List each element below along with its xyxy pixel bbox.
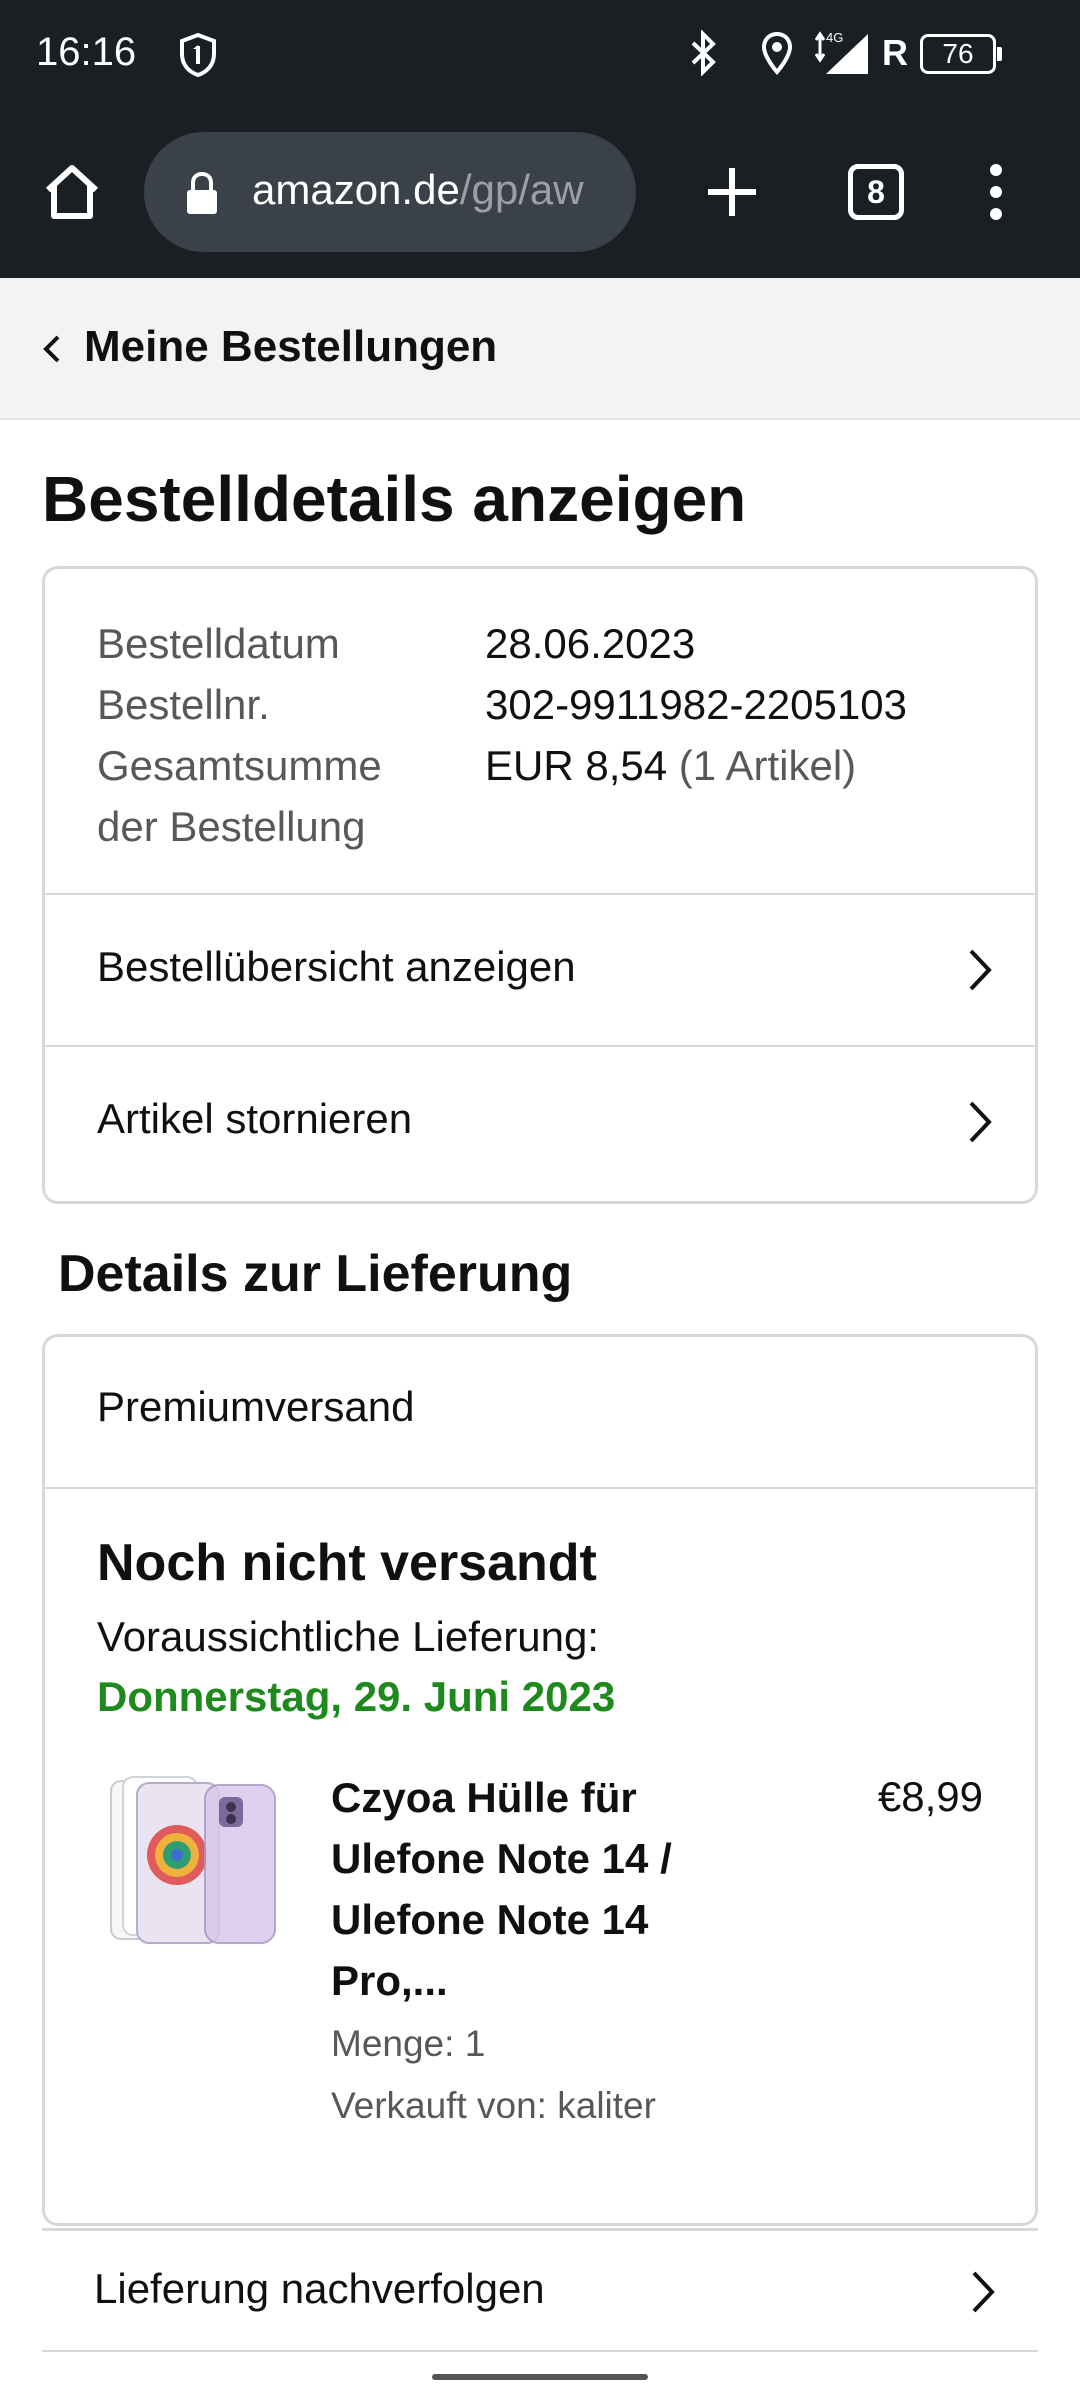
order-total-label-cont: der Bestellung — [97, 803, 366, 850]
order-total-label: Gesamtsumme — [97, 742, 382, 789]
battery-level: 76 — [942, 38, 974, 69]
tabs-icon[interactable]: 8 — [848, 164, 904, 220]
chevron-right-icon — [972, 2271, 995, 2313]
delivery-estimate-date: Donnerstag, 29. Juni 2023 — [97, 1673, 616, 1720]
product-image[interactable] — [107, 1775, 277, 1951]
delivery-card: Premiumversand Noch nicht versandt Vorau… — [42, 1334, 1038, 2226]
divider — [45, 1487, 1035, 1489]
shipping-type: Premiumversand — [97, 1383, 415, 1430]
back-link-label: Meine Bestellungen — [84, 322, 498, 371]
order-number-value: 302-9911982-2205103 — [485, 681, 907, 728]
order-date-value: 28.06.2023 — [485, 620, 696, 667]
url-host: amazon.de — [252, 166, 460, 213]
signal-icon: 4G — [814, 30, 868, 74]
url-path: /gp/aw — [459, 166, 584, 213]
order-total-items: (1 Artikel) — [678, 742, 857, 789]
back-to-orders-link[interactable]: Meine Bestellungen — [0, 278, 1080, 420]
gesture-bar[interactable] — [432, 2374, 648, 2380]
view-order-summary-label: Bestellübersicht anzeigen — [97, 943, 576, 990]
product-seller: Verkauft von: kaliter — [331, 2085, 656, 2126]
url-text: amazon.de/gp/aw — [252, 166, 622, 214]
order-total-amount: EUR 8,54 — [485, 742, 668, 789]
delivery-estimate-label: Voraussichtliche Lieferung: — [97, 1613, 599, 1660]
bluetooth-icon — [691, 30, 716, 76]
shipment-status: Noch nicht versandt — [97, 1534, 597, 1592]
lock-icon — [187, 171, 217, 214]
address-bar[interactable]: amazon.de/gp/aw — [144, 132, 636, 252]
order-total-value: EUR 8,54 (1 Artikel) — [485, 735, 856, 796]
status-bar: 16:16 4G R 76 — [0, 0, 1080, 110]
browser-toolbar: amazon.de/gp/aw 8 — [0, 110, 1080, 278]
more-vert-icon[interactable] — [976, 160, 1016, 224]
home-icon[interactable] — [40, 160, 104, 224]
page-title: Bestelldetails anzeigen — [42, 463, 747, 535]
view-order-summary-row[interactable]: Bestellübersicht anzeigen — [45, 893, 1035, 1045]
roaming-indicator: R — [882, 32, 908, 73]
battery-icon: 76 — [920, 34, 1002, 74]
chevron-right-icon — [969, 949, 992, 991]
tab-count: 8 — [867, 174, 885, 210]
cancel-items-label: Artikel stornieren — [97, 1095, 413, 1142]
order-summary-card: Bestelldatum 28.06.2023 Bestellnr. 302-9… — [42, 566, 1038, 1204]
product-price: €8,99 — [877, 1773, 983, 1820]
product-title-link[interactable]: Czyoa Hülle für Ulefone Note 14 / Ulefon… — [331, 1767, 751, 2011]
cancel-items-row[interactable]: Artikel stornieren — [45, 1045, 1035, 1197]
shield-icon — [180, 32, 216, 78]
status-time: 16:16 — [36, 30, 137, 74]
chevron-left-icon — [43, 335, 60, 363]
new-tab-icon[interactable] — [702, 162, 762, 222]
svg-text:4G: 4G — [826, 30, 843, 45]
track-delivery-label: Lieferung nachverfolgen — [94, 2265, 545, 2312]
track-delivery-row[interactable]: Lieferung nachverfolgen — [42, 2228, 1038, 2352]
location-icon — [761, 31, 793, 76]
chevron-right-icon — [969, 1101, 992, 1143]
delivery-section-title: Details zur Lieferung — [58, 1245, 573, 1303]
product-quantity: Menge: 1 — [331, 2023, 486, 2064]
order-number-label: Bestellnr. — [97, 681, 270, 728]
order-date-label: Bestelldatum — [97, 620, 340, 667]
